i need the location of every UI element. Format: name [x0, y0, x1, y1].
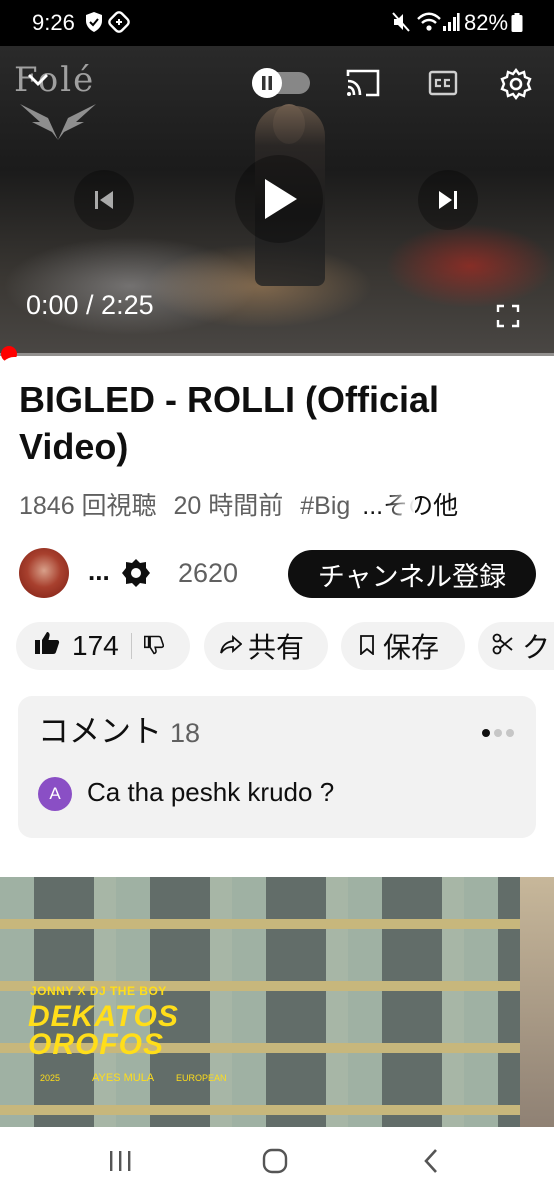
- system-nav-bar: [0, 1127, 554, 1200]
- pager-dot: [494, 729, 502, 737]
- clip-button[interactable]: ク: [478, 622, 554, 670]
- play-icon[interactable]: [235, 155, 323, 248]
- comments-header: コメント 18: [38, 706, 200, 751]
- like-icon[interactable]: [34, 630, 60, 662]
- view-count: 1846 回視聴: [19, 492, 157, 520]
- verified-badge-icon: [120, 557, 152, 594]
- subscriber-count: 2620: [178, 558, 239, 588]
- thumbnail-title-line2: OROFOS: [28, 1028, 165, 1061]
- settings-icon[interactable]: [500, 68, 532, 105]
- mute-icon: [391, 11, 411, 38]
- time-readout: 0:00 / 2:25: [26, 290, 154, 320]
- comments-title: コメント: [38, 714, 162, 749]
- upload-age: 20 時間前: [173, 492, 284, 520]
- back-icon[interactable]: [418, 1147, 446, 1180]
- signal-icon: [442, 11, 460, 38]
- battery-icon: [511, 13, 523, 38]
- channel-name[interactable]: ...: [88, 556, 110, 587]
- next-video-thumbnail[interactable]: JONNY X DJ THE BOY DEKATOS OROFOS 2025 A…: [0, 877, 554, 1127]
- dislike-icon[interactable]: [143, 630, 164, 662]
- home-icon[interactable]: [261, 1147, 289, 1180]
- status-time: 9:26: [32, 10, 75, 35]
- thumbnail-title: DEKATOS OROFOS: [28, 1000, 179, 1061]
- comments-count: 18: [170, 718, 201, 748]
- comments-panel[interactable]: コメント 18 A Ca tha peshk krudo ?: [18, 696, 536, 838]
- thumbnail-laurel-left: 2025: [40, 1073, 61, 1083]
- like-divider: [130, 633, 132, 659]
- scissors-icon: [492, 630, 514, 662]
- meta-fade: [385, 486, 415, 520]
- pager-dot-active: [482, 729, 490, 737]
- like-count[interactable]: 174: [72, 630, 119, 662]
- like-dislike-chip: 174: [16, 622, 190, 670]
- battery-percent: 82%: [464, 10, 509, 35]
- bookmark-icon: [359, 630, 375, 662]
- thumbnail-title-line1: DEKATOS: [28, 1000, 179, 1033]
- video-player[interactable]: Folé 0:00 / 2:25: [0, 46, 554, 356]
- previous-icon[interactable]: [74, 170, 134, 235]
- share-label: 共有: [248, 632, 305, 663]
- clip-label: ク: [522, 632, 551, 663]
- share-button[interactable]: 共有: [204, 622, 328, 670]
- captions-icon[interactable]: [428, 70, 458, 101]
- thumbnail-artists: JONNY X DJ THE BOY: [30, 984, 167, 998]
- save-button[interactable]: 保存: [341, 622, 465, 670]
- commenter-avatar: A: [38, 777, 72, 811]
- subscribe-button[interactable]: チャンネル登録: [288, 550, 536, 598]
- share-icon: [220, 630, 243, 662]
- wifi-icon: [416, 11, 442, 38]
- shield-icon: [84, 11, 104, 38]
- fullscreen-icon[interactable]: [496, 304, 520, 333]
- channel-avatar[interactable]: [19, 548, 69, 598]
- pager-dot: [506, 729, 514, 737]
- status-bar: 9:26 82%: [0, 0, 554, 46]
- video-title[interactable]: BIGLED - ROLLI (Official Video): [19, 376, 519, 470]
- autoplay-toggle[interactable]: [252, 68, 310, 103]
- cast-icon[interactable]: [346, 68, 380, 103]
- next-icon[interactable]: [418, 170, 478, 235]
- thumbnail-laurel-right: EUROPEAN: [176, 1073, 227, 1083]
- top-comment-text: Ca tha peshk krudo ?: [87, 777, 335, 807]
- comments-pager: [478, 724, 514, 742]
- thumbnail-building-side: [520, 877, 554, 1127]
- recents-icon[interactable]: [106, 1147, 134, 1180]
- thumbnail-credit: AYES MULA: [92, 1072, 155, 1084]
- hashtag[interactable]: #Big: [300, 492, 350, 520]
- watermark-wing-icon: [20, 104, 96, 140]
- save-label: 保存: [383, 632, 440, 663]
- sync-icon: [108, 11, 130, 38]
- collapse-icon[interactable]: [24, 66, 52, 99]
